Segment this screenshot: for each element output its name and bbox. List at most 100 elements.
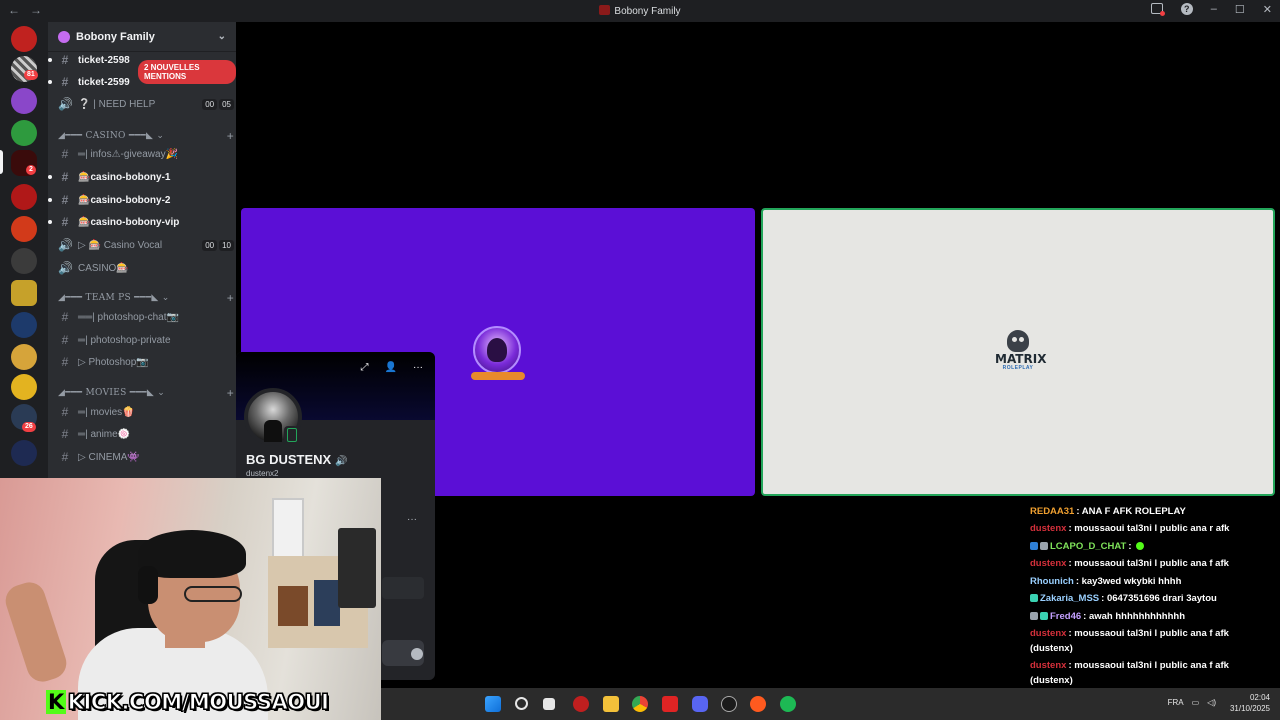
- server-icon[interactable]: [11, 344, 37, 370]
- server-icon[interactable]: [11, 374, 37, 400]
- hashtag-icon: #: [61, 53, 69, 67]
- active-server-indicator: [0, 150, 3, 174]
- voice-channel-item[interactable]: 🔊 CASINO🎰: [58, 258, 234, 278]
- chat-text: : awah hhhhhhhhhhhh: [1083, 611, 1185, 622]
- speaker-icon: 🔊: [335, 456, 348, 467]
- app-icon[interactable]: [573, 696, 589, 712]
- unread-dot: [48, 58, 52, 62]
- voice-channel-item[interactable]: 🔊 ❔ | NEED HELP 00 05: [58, 94, 234, 114]
- channel-label: 🎰casino-bobony-vip: [78, 216, 180, 228]
- app-icon[interactable]: [750, 696, 766, 712]
- server-icon[interactable]: [11, 26, 37, 52]
- chat-badge-icon: [1030, 542, 1038, 550]
- chat-text: (dustenx): [1030, 675, 1073, 686]
- tray-lang[interactable]: FRA: [1168, 698, 1184, 707]
- chat-text: : kay3wed wkybki hhhh: [1075, 576, 1182, 587]
- more-options-icon[interactable]: ···: [407, 514, 417, 525]
- server-icon[interactable]: [11, 88, 37, 114]
- server-icon[interactable]: [11, 312, 37, 338]
- chat-line: (dustenx): [1030, 675, 1276, 687]
- channel-item[interactable]: # 🎰casino-bobony-2: [48, 190, 234, 210]
- add-channel-icon[interactable]: +: [227, 291, 234, 305]
- channel-item[interactable]: # ticket-2599: [48, 72, 234, 92]
- category-label: ◢━━━ TEAM PS ━━━◣ ⌄: [58, 293, 170, 303]
- voice-channel-item[interactable]: 🔊 ▷ 🎰 Casino Vocal 00 10: [58, 235, 234, 255]
- channel-item[interactable]: # 🎰casino-bobony-1: [48, 167, 234, 187]
- channel-item[interactable]: # ▷ CINEMA👾: [58, 447, 234, 467]
- mention-badge: 26: [22, 422, 36, 432]
- server-icon[interactable]: [11, 280, 37, 306]
- chrome-icon[interactable]: [632, 696, 648, 712]
- obs-icon[interactable]: [721, 696, 737, 712]
- screen: ← → Bobony Family ? – ☐ ✕ 81 2 26 Bobony…: [0, 0, 1280, 720]
- add-channel-icon[interactable]: +: [227, 129, 234, 143]
- channel-item[interactable]: # 🎰casino-bobony-vip: [48, 212, 234, 232]
- clock[interactable]: 02:04 31/10/2025: [1230, 692, 1270, 714]
- channel-item[interactable]: # ═| anime🍥: [58, 424, 234, 444]
- add-channel-icon[interactable]: +: [227, 386, 234, 400]
- voice-counts: 00 10: [202, 239, 234, 251]
- file-explorer-icon[interactable]: [603, 696, 619, 712]
- windows-start-icon[interactable]: [485, 696, 501, 712]
- hashtag-icon: #: [61, 427, 69, 441]
- close-button[interactable]: ✕: [1263, 3, 1272, 16]
- chat-line: LCAPO_D_CHAT:: [1030, 541, 1276, 553]
- channel-item[interactable]: # ═| movies🍿: [58, 402, 234, 422]
- clock-time: 02:04: [1249, 693, 1270, 702]
- spotify-icon[interactable]: [780, 696, 796, 712]
- discord-icon[interactable]: [692, 696, 708, 712]
- maximize-button[interactable]: ☐: [1235, 3, 1245, 16]
- category-casino[interactable]: ◢━━━ CASINO ━━━◣ ⌄ +: [58, 128, 234, 144]
- window-controls: ? – ☐ ✕: [1150, 3, 1272, 16]
- channel-item[interactable]: # ══| photoshop-chat📷: [58, 307, 234, 327]
- channel-item[interactable]: # ═| infos⚠-giveaway🎉: [58, 144, 234, 164]
- channel-item[interactable]: # ═| photoshop-private: [58, 330, 234, 350]
- chat-text: : moussaoui tal3ni l public ana r afk: [1068, 523, 1230, 534]
- emoji-icon[interactable]: [411, 648, 423, 660]
- channel-label: ═| movies🍿: [78, 406, 135, 418]
- category-label: ◢━━━ CASINO ━━━◣ ⌄: [58, 131, 165, 141]
- matrix-roleplay-logo: MATRIX ROLEPLAY: [995, 330, 1046, 376]
- task-view-icon[interactable]: [543, 698, 555, 710]
- search-icon[interactable]: [515, 697, 528, 710]
- category-label: ◢━━━ MOVIES ━━━◣ ⌄: [58, 388, 166, 398]
- profile-section[interactable]: [382, 577, 424, 599]
- minimize-button[interactable]: –: [1211, 3, 1217, 16]
- headset: [138, 566, 158, 604]
- channel-item[interactable]: # ▷ Photoshop📷: [58, 352, 234, 372]
- chat-line: (dustenx): [1030, 643, 1276, 655]
- chevron-down-icon[interactable]: ⌄: [218, 31, 226, 42]
- channel-label: ▷ CINEMA👾: [78, 451, 140, 463]
- category-movies[interactable]: ◢━━━ MOVIES ━━━◣ ⌄ +: [58, 385, 234, 401]
- server-icon[interactable]: [11, 248, 37, 274]
- server-icon[interactable]: [11, 440, 37, 466]
- hashtag-icon: #: [61, 75, 69, 89]
- help-icon[interactable]: ?: [1180, 3, 1193, 15]
- guild-boost-icon: [58, 30, 70, 43]
- chat-username: Rhounich: [1030, 576, 1074, 587]
- voice-count-limit: 10: [219, 239, 234, 251]
- app-icon[interactable]: [662, 696, 678, 712]
- chat-username: dustenx: [1030, 558, 1067, 569]
- more-options-icon[interactable]: ···: [413, 362, 423, 373]
- server-icon[interactable]: [11, 120, 37, 146]
- add-friend-icon[interactable]: 👤: [385, 362, 397, 373]
- server-icon[interactable]: [11, 184, 37, 210]
- hashtag-icon: #: [61, 170, 69, 184]
- chat-line: Rhounich: kay3wed wkybki hhhh: [1030, 576, 1276, 588]
- network-icon[interactable]: ▭: [1192, 698, 1200, 707]
- inbox-icon[interactable]: [1150, 3, 1165, 16]
- background-door: [272, 498, 304, 558]
- chat-text: : moussaoui tal3ni l public ana f afk: [1068, 628, 1229, 639]
- chat-line: dustenx: moussaoui tal3ni l public ana f…: [1030, 558, 1276, 570]
- volume-icon[interactable]: ◁): [1207, 698, 1216, 707]
- guild-header[interactable]: Bobony Family ⌄: [48, 22, 236, 52]
- chat-username: Zakaria_MSS: [1040, 593, 1100, 604]
- video-tile-speaking[interactable]: MATRIX ROLEPLAY: [761, 208, 1275, 496]
- expand-icon[interactable]: ⤢: [361, 362, 369, 373]
- channel-label: ▷ Photoshop📷: [78, 356, 149, 368]
- server-icon[interactable]: [11, 216, 37, 242]
- chat-username: dustenx: [1030, 660, 1067, 671]
- category-team-ps[interactable]: ◢━━━ TEAM PS ━━━◣ ⌄ +: [58, 290, 234, 306]
- webcam-overlay: [0, 478, 381, 720]
